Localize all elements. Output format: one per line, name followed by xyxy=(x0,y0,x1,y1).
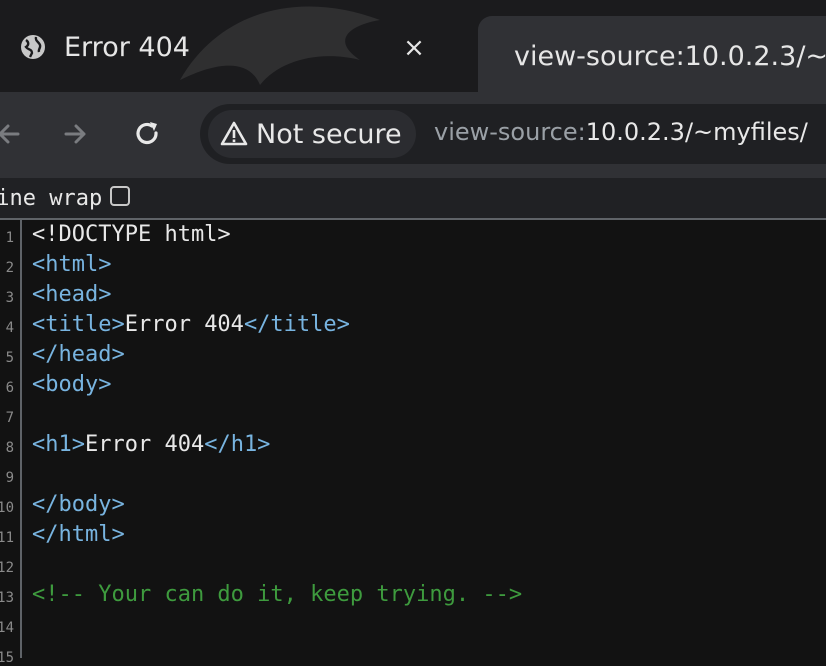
line-wrap-checkbox[interactable] xyxy=(110,186,130,206)
browser-toolbar: Not secure view-source:10.0.2.3/~myfiles… xyxy=(0,92,826,178)
line-number: 10 xyxy=(0,500,14,516)
line-number: 14 xyxy=(0,620,14,636)
html-tag-token: </head> xyxy=(32,342,125,367)
address-bar[interactable]: Not secure view-source:10.0.2.3/~myfiles… xyxy=(200,104,826,164)
html-tag-token: <title> xyxy=(32,312,125,337)
source-line: <html> xyxy=(32,252,111,277)
html-tag-token: </body> xyxy=(32,492,125,517)
line-wrap-label: Line wrap xyxy=(0,186,103,211)
url-path: 10.0.2.3/~myfiles/ xyxy=(585,118,808,146)
source-line: <body> xyxy=(32,372,111,397)
reload-button[interactable] xyxy=(128,114,168,154)
html-tag-token: <body> xyxy=(32,372,112,397)
html-tag-token: <html> xyxy=(32,252,112,277)
line-number: 4 xyxy=(5,320,14,336)
line-number: 8 xyxy=(5,440,14,456)
line-number: 11 xyxy=(0,530,14,546)
line-number: 3 xyxy=(5,290,14,306)
text-token: Error 404 xyxy=(124,312,244,337)
arrow-right-icon xyxy=(64,124,86,144)
html-tag-token: <head> xyxy=(32,282,112,307)
source-line: <head> xyxy=(32,282,111,307)
url-text[interactable]: view-source:10.0.2.3/~myfiles/ xyxy=(434,118,808,146)
url-scheme: view-source: xyxy=(434,118,586,146)
line-number: 13 xyxy=(0,590,14,606)
line-wrap-bar: Line wrap xyxy=(0,178,826,220)
tab-view-source[interactable]: view-source:10.0.2.3/~myfiles/ xyxy=(478,16,826,92)
line-number: 6 xyxy=(5,380,14,396)
line-number: 7 xyxy=(5,410,14,426)
tab-error-404[interactable]: Error 404 × xyxy=(0,14,475,80)
source-line: <!-- Your can do it, keep trying. --> xyxy=(32,582,522,607)
text-token: Error 404 xyxy=(84,432,205,457)
forward-button[interactable] xyxy=(56,114,96,154)
html-tag-token: </h1> xyxy=(204,432,271,457)
line-number: 5 xyxy=(5,350,14,366)
line-number-gutter: 1 2 3 4 5 6 7 8 9 10 11 12 13 14 15 xyxy=(0,220,22,666)
line-number: 9 xyxy=(5,470,14,486)
tab-strip: Error 404 × view-source:10.0.2.3/~myfile… xyxy=(0,0,826,92)
source-line: <title>Error 404</title> xyxy=(32,312,350,337)
site-info-chip[interactable]: Not secure xyxy=(208,110,416,158)
html-tag-token: </html> xyxy=(32,522,125,547)
source-line: </html> xyxy=(32,522,125,547)
source-line: <h1>Error 404</h1> xyxy=(32,432,270,457)
line-number: 2 xyxy=(5,260,14,276)
html-tag-token: <h1> xyxy=(32,432,85,457)
comment-token: <!-- Your can do it, keep trying. --> xyxy=(32,582,523,607)
text-token: <!DOCTYPE html> xyxy=(32,222,231,247)
source-view: 1 2 3 4 5 6 7 8 9 10 11 12 13 14 15 <!DOCTYPE html> <ht… xyxy=(0,220,826,666)
arrow-left-icon xyxy=(0,124,20,144)
reload-icon xyxy=(136,122,158,145)
tab-title: view-source:10.0.2.3/~myfiles/ xyxy=(514,40,826,72)
html-tag-token: </title> xyxy=(243,312,350,337)
line-number: 1 xyxy=(5,230,14,246)
warning-icon xyxy=(220,121,248,146)
globe-icon xyxy=(21,35,45,59)
source-line: <!DOCTYPE html> xyxy=(32,222,231,247)
back-button[interactable] xyxy=(0,114,28,154)
line-number: 12 xyxy=(0,560,14,576)
line-number: 15 xyxy=(0,650,14,666)
tab-title: Error 404 xyxy=(64,31,190,63)
source-line: </head> xyxy=(32,342,125,367)
close-tab-icon[interactable]: × xyxy=(400,34,428,62)
source-line: </body> xyxy=(32,492,125,517)
not-secure-label: Not secure xyxy=(256,118,402,150)
